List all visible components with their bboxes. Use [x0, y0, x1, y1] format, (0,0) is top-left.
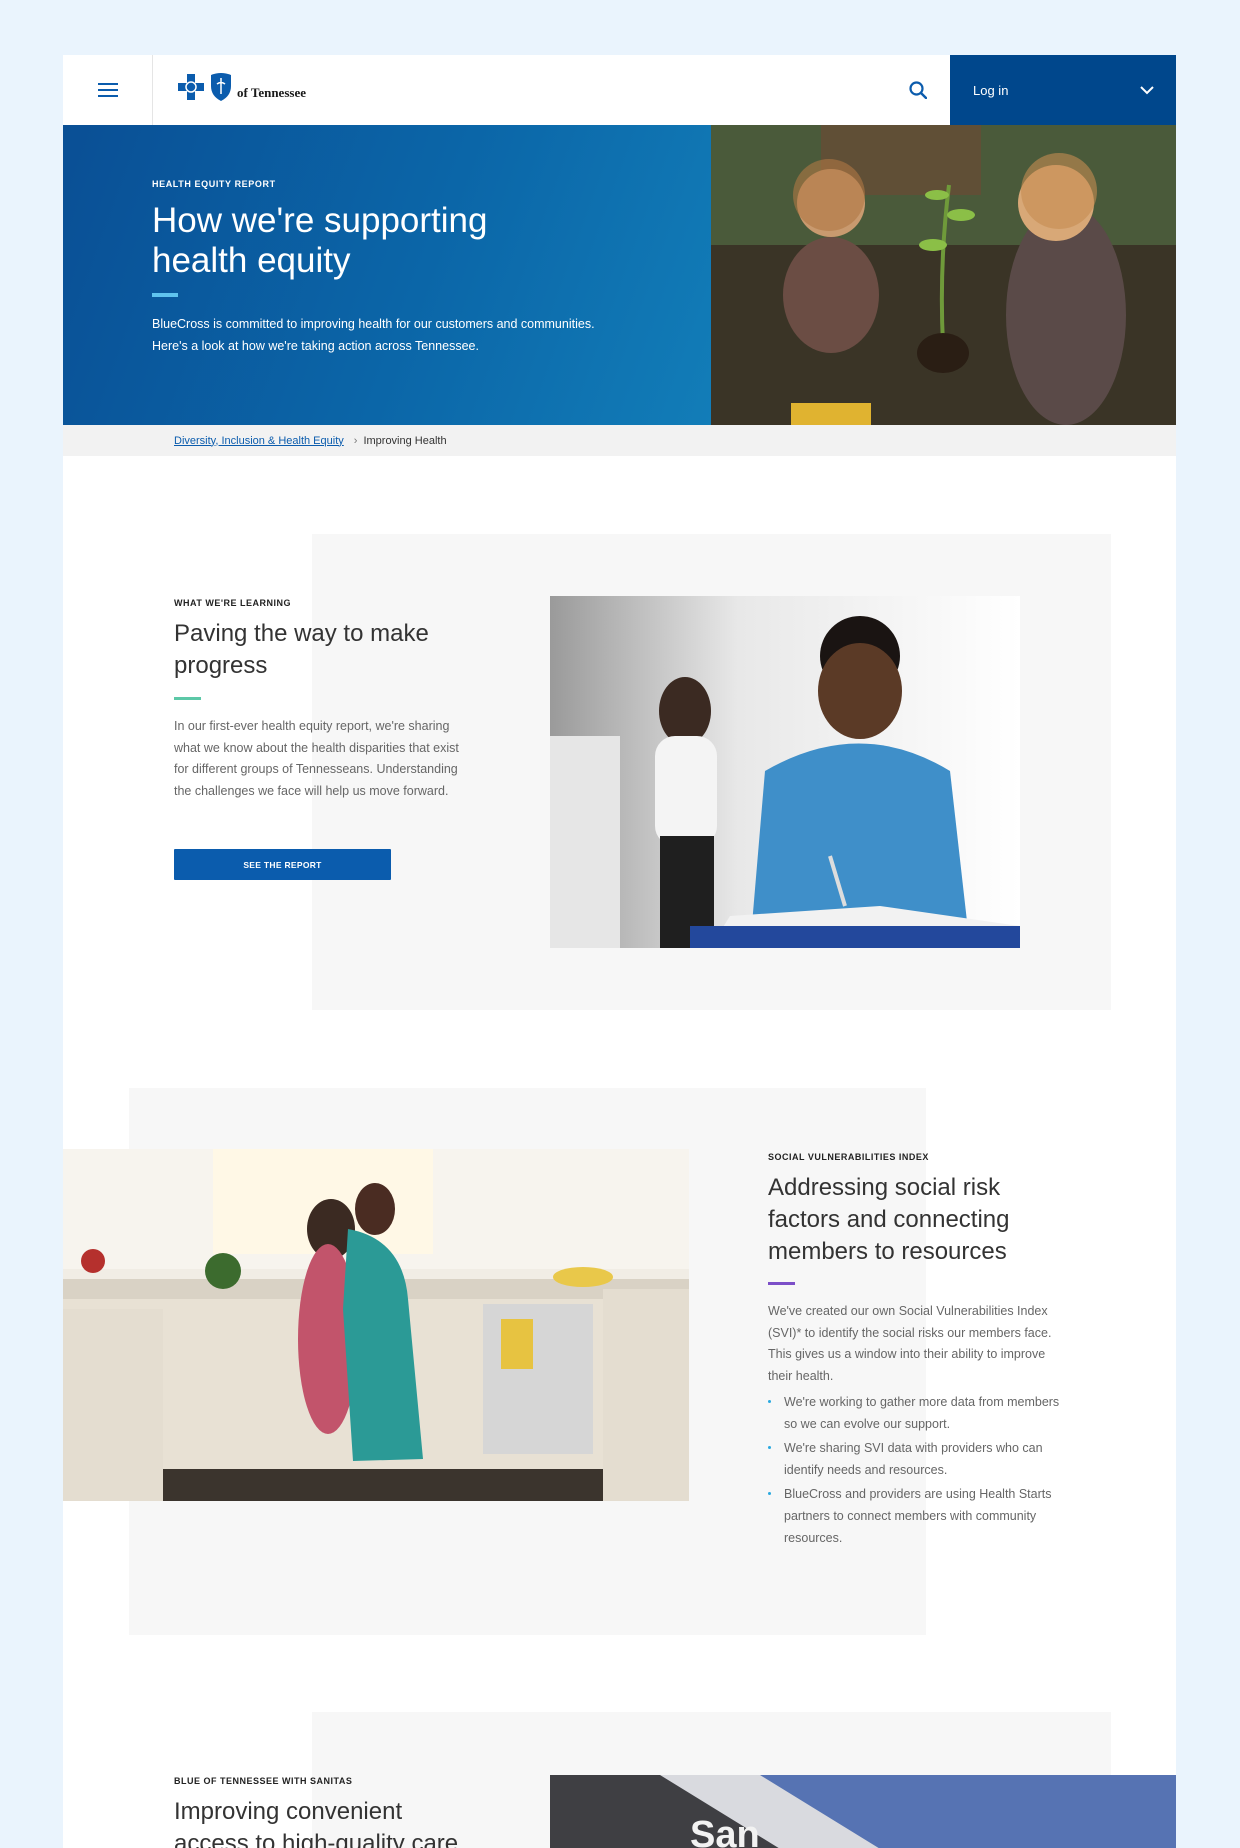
site-header: of Tennessee Log in [63, 55, 1176, 125]
search-icon [909, 81, 927, 99]
hero-banner: HEALTH EQUITY REPORT How we're supportin… [63, 125, 711, 425]
login-dropdown[interactable]: Log in [950, 55, 1176, 125]
page: of Tennessee Log in HEALTH EQUITY REPORT… [63, 55, 1176, 1848]
menu-button[interactable] [63, 55, 153, 125]
section2-eyebrow: SOCIAL VULNERABILITIES INDEX [768, 1152, 929, 1162]
breadcrumb-current: Improving Health [363, 434, 447, 447]
logo-wordmark: of Tennessee [237, 85, 306, 100]
see-report-button[interactable]: SEE THE REPORT [174, 849, 391, 880]
section2-body: We've created our own Social Vulnerabili… [768, 1304, 1052, 1383]
section1-image-student-writing [550, 596, 1020, 948]
section1-eyebrow: WHAT WE'RE LEARNING [174, 598, 291, 608]
search-button[interactable] [898, 55, 938, 125]
blue-cross-icon [178, 74, 204, 100]
section1-divider [174, 697, 201, 700]
chevron-down-icon [1140, 85, 1154, 94]
section2-bullet-list: We're working to gather more data from m… [768, 1392, 1073, 1552]
brand-logo[interactable]: of Tennessee [177, 72, 306, 102]
section1-title: Paving the way to make progress [174, 620, 429, 679]
sanitas-sign-text: San [690, 1814, 760, 1848]
list-item: We're sharing SVI data with providers wh… [768, 1438, 1073, 1481]
hero-eyebrow: HEALTH EQUITY REPORT [152, 179, 276, 189]
section3-image-sanitas-building: San [550, 1775, 1176, 1848]
blue-shield-icon [211, 73, 231, 101]
list-item: BlueCross and providers are using Health… [768, 1484, 1073, 1549]
list-item: We're working to gather more data from m… [768, 1392, 1073, 1435]
hero-image-children-planting [711, 125, 1176, 425]
section3-title: Improving convenient access to high-qual… [174, 1798, 459, 1848]
hamburger-icon [97, 83, 118, 97]
section2-image-kitchen-hug [63, 1149, 689, 1501]
section2-title: Addressing social risk factors and conne… [768, 1174, 1010, 1265]
hero-divider [152, 293, 178, 297]
login-label: Log in [973, 82, 1009, 98]
breadcrumb: Diversity, Inclusion & Health Equity › I… [63, 425, 1176, 456]
breadcrumb-link[interactable]: Diversity, Inclusion & Health Equity [174, 435, 344, 447]
hero-description: BlueCross is committed to improving heal… [152, 317, 595, 353]
section2-divider [768, 1282, 795, 1285]
chevron-right-icon: › [353, 434, 358, 447]
hero-title: How we're supporting health equity [152, 201, 488, 280]
section1-body: In our first-ever health equity report, … [174, 719, 459, 798]
section3-eyebrow: BLUE OF TENNESSEE WITH SANITAS [174, 1776, 353, 1786]
